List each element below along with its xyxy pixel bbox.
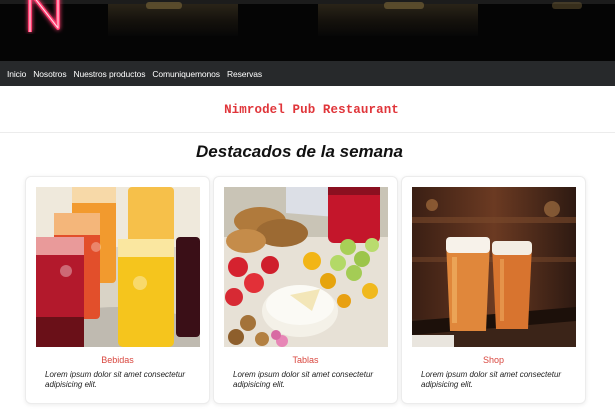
card-title: Bebidas <box>101 355 134 365</box>
nav-link-comuniquemonos[interactable]: Comuniquemonos <box>152 69 220 79</box>
main-nav: Inicio Nosotros Nuestros productos Comun… <box>0 61 615 86</box>
card-text: Lorem ipsum dolor sit amet consectetur a… <box>233 370 374 389</box>
lamp-glow <box>384 2 424 9</box>
product-card-tablas[interactable]: Tablas Lorem ipsum dolor sit amet consec… <box>213 176 398 404</box>
card-text: Lorem ipsum dolor sit amet consectetur a… <box>421 370 562 389</box>
card-title: Shop <box>482 355 505 365</box>
product-card-bebidas[interactable]: Bebidas Lorem ipsum dolor sit amet conse… <box>25 176 210 404</box>
lamp-glow <box>552 2 582 9</box>
card-text: Lorem ipsum dolor sit amet consectetur a… <box>45 370 186 389</box>
nav-link-productos[interactable]: Nuestros productos <box>73 69 145 79</box>
product-card-shop[interactable]: Shop Lorem ipsum dolor sit amet consecte… <box>401 176 586 404</box>
section-title: Destacados de la semana <box>196 142 403 161</box>
brand-header: Nimrodel Pub Restaurant <box>0 86 615 133</box>
neon-logo-n <box>28 0 60 32</box>
charcuterie-image <box>224 187 388 347</box>
beer-image <box>412 187 576 347</box>
lamp-glow <box>146 2 182 9</box>
cocktails-image <box>36 187 200 347</box>
nav-link-reservas[interactable]: Reservas <box>227 69 262 79</box>
brand-title: Nimrodel Pub Restaurant <box>224 102 399 117</box>
nav-link-inicio[interactable]: Inicio <box>7 69 26 79</box>
hero-top-strip <box>0 0 615 4</box>
hero-banner <box>0 0 615 61</box>
card-title: Tablas <box>292 355 319 365</box>
nav-link-nosotros[interactable]: Nosotros <box>33 69 66 79</box>
